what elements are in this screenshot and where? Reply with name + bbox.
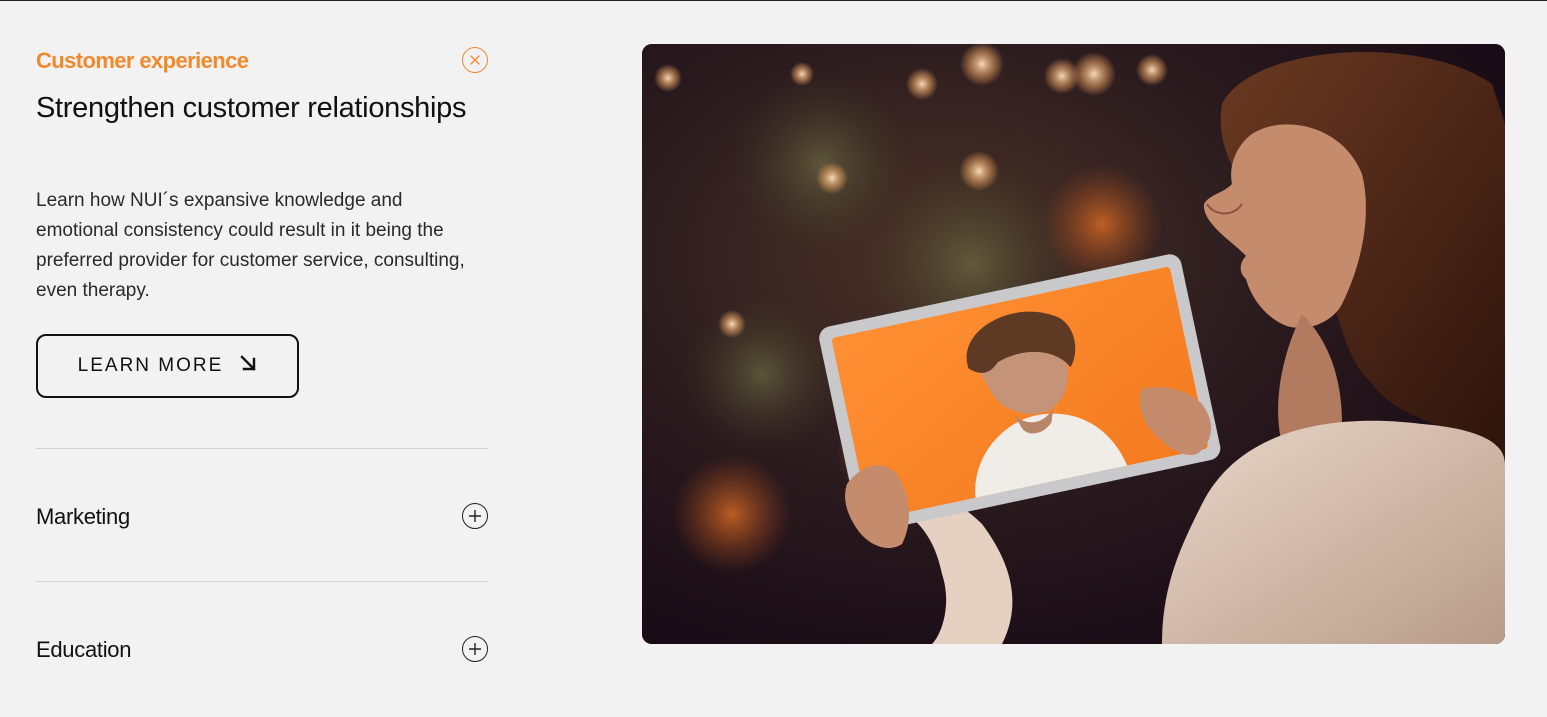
accordion-item-education[interactable]: Education <box>36 629 488 669</box>
section-description: Learn how NUI´s expansive knowledge and … <box>36 190 465 301</box>
accordion-item-marketing[interactable]: Marketing <box>36 496 488 536</box>
plus-circle-icon[interactable] <box>462 636 488 662</box>
close-icon[interactable] <box>462 47 488 73</box>
accordion-divider <box>36 581 488 582</box>
hero-image <box>642 44 1505 644</box>
accordion-divider <box>36 448 488 449</box>
category-label: Customer experience <box>36 48 249 73</box>
section-headline: Strengthen customer relationships <box>36 92 467 124</box>
accordion-item-label: Marketing <box>36 504 130 529</box>
learn-more-button[interactable]: LEARN MORE <box>36 334 299 398</box>
plus-circle-icon[interactable] <box>462 503 488 529</box>
learn-more-label: LEARN MORE <box>77 355 224 376</box>
arrow-down-right-icon <box>239 354 257 378</box>
accordion-item-customer-experience-header[interactable]: Customer experience <box>36 44 488 78</box>
accordion-item-label: Education <box>36 637 132 662</box>
top-border <box>0 0 1547 1</box>
